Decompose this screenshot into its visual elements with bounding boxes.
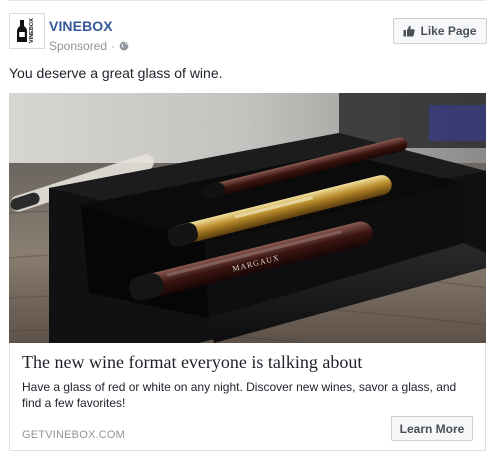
sponsored-label[interactable]: Sponsored: [49, 39, 107, 53]
globe-icon[interactable]: [119, 41, 129, 51]
card-description: Have a glass of red or white on any nigh…: [22, 380, 457, 410]
logo-text: VINEBOX: [29, 18, 35, 43]
feed-divider: [9, 0, 486, 1]
page-name-link[interactable]: VINEBOX: [49, 18, 113, 34]
like-page-button[interactable]: Like Page: [393, 18, 487, 44]
card-headline[interactable]: The new wine format everyone is talking …: [22, 352, 362, 373]
meta-separator: ·: [111, 39, 116, 53]
sponsored-meta: Sponsored ·: [49, 39, 129, 53]
thumbs-up-icon: [403, 25, 416, 37]
card-domain: GETVINEBOX.COM: [22, 429, 126, 441]
learn-more-button[interactable]: Learn More: [391, 416, 473, 441]
page-avatar-logo[interactable]: VINEBOX: [9, 13, 45, 49]
post-message: You deserve a great glass of wine.: [9, 65, 223, 81]
like-page-label: Like Page: [420, 24, 477, 38]
link-preview-card[interactable]: The new wine format everyone is talking …: [9, 343, 486, 451]
wine-bottle-icon: VINEBOX: [14, 18, 40, 44]
ad-image[interactable]: MARGAUX: [9, 93, 486, 343]
